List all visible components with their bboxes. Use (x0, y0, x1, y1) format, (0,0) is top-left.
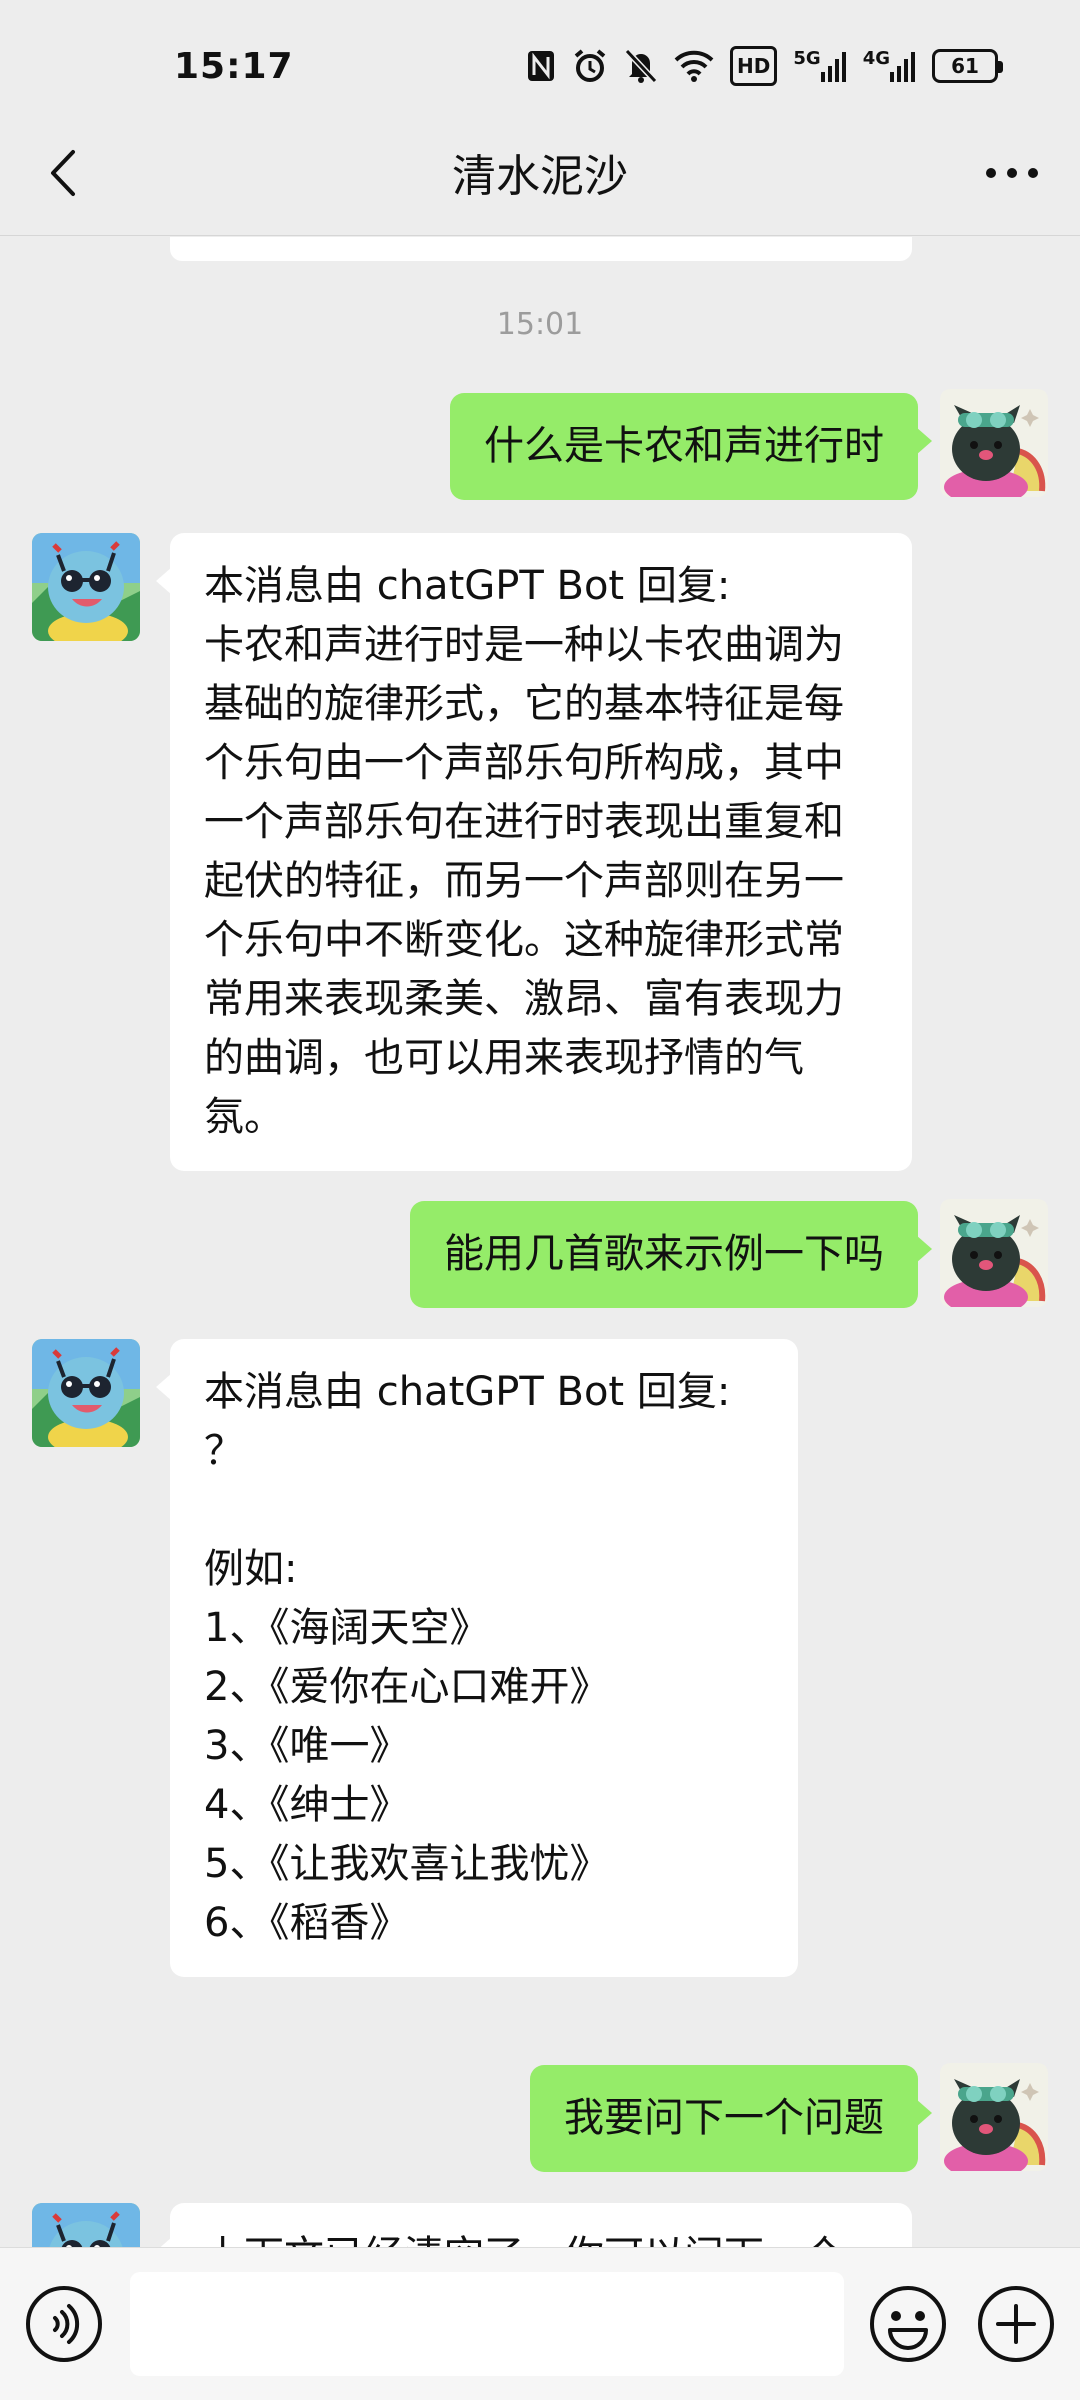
message-input[interactable] (130, 2272, 844, 2376)
wifi-icon (674, 46, 714, 86)
emoji-button[interactable] (866, 2282, 950, 2366)
battery-icon: 61 (932, 49, 1003, 83)
my-message-bubble[interactable]: 我要问下一个问题 (530, 2065, 932, 2172)
bot-avatar[interactable] (32, 2203, 140, 2247)
chat-area[interactable]: 15:01 什么是卡农和声进行时 本消息由 chatGPT Bot 回复: 卡农… (0, 237, 1080, 2247)
bot-message-bubble[interactable]: 上下文已经清空了，你可以问下一个问题了 (156, 2203, 912, 2247)
input-bar (0, 2247, 1080, 2400)
bot-message-bubble[interactable]: 本消息由 chatGPT Bot 回复: ？ 例如: 1、《海阔天空》 2、《爱… (156, 1339, 798, 1977)
plus-button[interactable] (974, 2282, 1058, 2366)
more-dots-icon (986, 168, 1038, 178)
hd-badge: HD (730, 46, 778, 86)
plus-icon (978, 2286, 1054, 2362)
nfc-icon (526, 46, 556, 86)
alarm-icon (572, 46, 608, 86)
my-avatar[interactable] (940, 389, 1048, 497)
bot-message-bubble[interactable]: 本消息由 chatGPT Bot 回复: 卡农和声进行时是一种以卡农曲调为基础的… (156, 533, 912, 1171)
bot-avatar[interactable] (32, 1339, 140, 1447)
status-icons: HD 5G 4G 61 (526, 44, 1003, 88)
mute-bell-icon (624, 46, 658, 86)
battery-level: 61 (951, 54, 979, 78)
chat-header: 清水泥沙 (0, 112, 1080, 236)
more-button[interactable] (972, 138, 1052, 208)
my-message-bubble[interactable]: 什么是卡农和声进行时 (450, 393, 932, 500)
signal-5g-icon: 5G (793, 46, 846, 86)
status-time: 15:17 (174, 46, 294, 87)
my-avatar[interactable] (940, 2063, 1048, 2171)
bot-avatar[interactable] (32, 533, 140, 641)
voice-button[interactable] (22, 2282, 106, 2366)
voice-icon (26, 2286, 102, 2362)
chat-title: 清水泥沙 (452, 151, 628, 202)
net-5g-label: 5G (793, 47, 821, 69)
previous-message-bubble (170, 237, 912, 261)
emoji-icon (870, 2286, 946, 2362)
net-4g-label: 4G (862, 47, 890, 69)
message-timestamp: 15:01 (496, 307, 584, 342)
my-message-bubble[interactable]: 能用几首歌来示例一下吗 (410, 1201, 932, 1308)
signal-4g-icon: 4G (863, 46, 916, 86)
my-avatar[interactable] (940, 1199, 1048, 1307)
